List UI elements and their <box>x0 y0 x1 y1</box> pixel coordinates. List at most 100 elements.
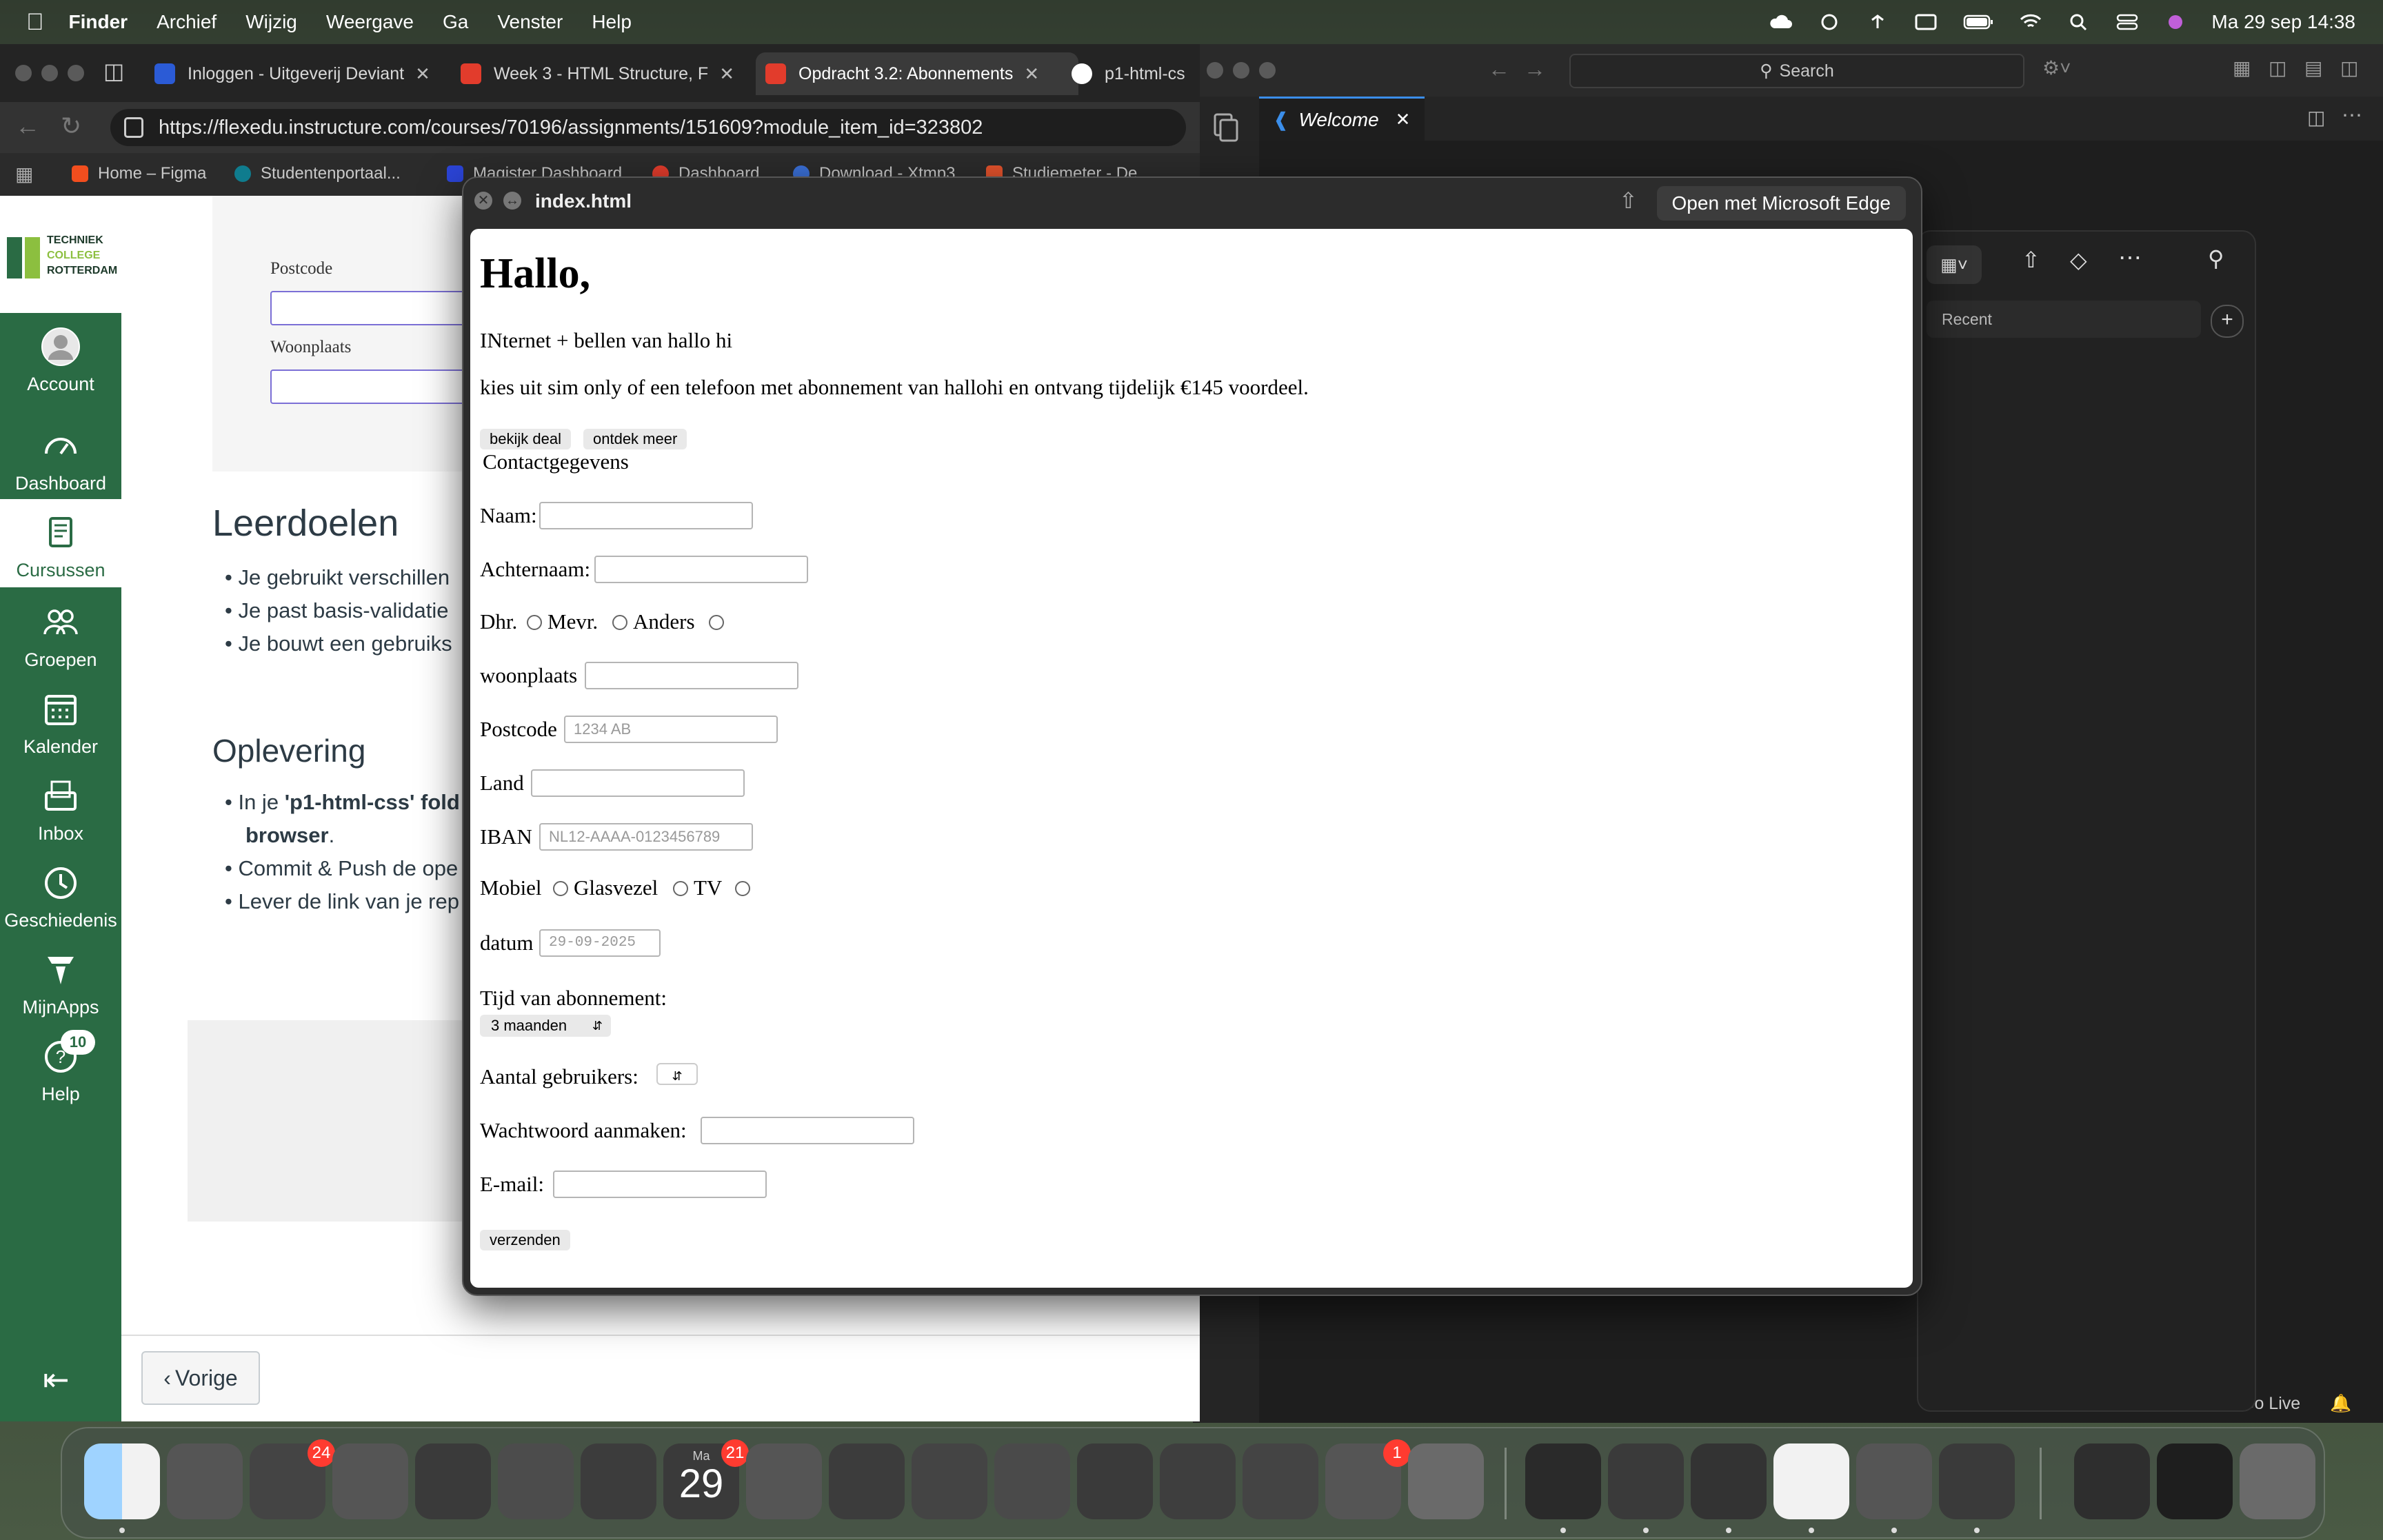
github-desktop-icon[interactable] <box>1939 1443 2015 1519</box>
menu-finder[interactable]: Finder <box>69 11 128 33</box>
spotlight-search-icon[interactable] <box>2067 13 2091 31</box>
tv-radio[interactable] <box>735 881 750 896</box>
tag-icon[interactable]: ◇ <box>2070 247 2087 273</box>
menu-venster[interactable]: Venster <box>497 11 563 33</box>
nav-mijnapps[interactable]: MijnApps <box>0 950 121 1018</box>
copilot-icon[interactable]: ⚙˅ <box>2042 57 2071 79</box>
split-editor-icon[interactable]: ◫ <box>2307 106 2325 129</box>
bookmarks-folder-icon[interactable]: ▦ <box>15 163 33 185</box>
siri-icon[interactable] <box>2163 13 2188 31</box>
notifications-bell-icon[interactable]: 🔔 <box>2330 1394 2351 1413</box>
chatgpt-icon[interactable] <box>1773 1443 1849 1519</box>
airdrop-icon[interactable] <box>1865 13 1890 31</box>
collapse-nav-icon[interactable]: ⇤ <box>43 1361 70 1398</box>
back-arrow-icon[interactable]: ← <box>1488 57 1510 82</box>
menu-help[interactable]: Help <box>592 11 632 33</box>
more-options-icon[interactable]: ⋯ <box>2118 244 2142 272</box>
menu-weergave[interactable]: Weergave <box>326 11 414 33</box>
iban-input[interactable]: NL12-AAAA-0123456789 <box>539 823 753 851</box>
dhr-radio[interactable] <box>527 615 542 630</box>
edge-icon[interactable] <box>1608 1443 1684 1519</box>
command-search-input[interactable]: ⚲ Search <box>1569 54 2024 88</box>
share-icon[interactable]: ⇧ <box>2022 247 2040 273</box>
contacts-icon[interactable] <box>746 1443 822 1519</box>
messages-icon[interactable]: 24 <box>250 1439 335 1519</box>
safari-icon[interactable] <box>415 1443 491 1519</box>
trash-icon[interactable] <box>2240 1443 2315 1519</box>
battery-icon[interactable] <box>1962 13 1995 31</box>
tijd-select[interactable]: 3 maanden ⇵ <box>480 1015 611 1037</box>
woonplaats-input[interactable] <box>585 662 798 689</box>
mevr-radio[interactable] <box>612 615 627 630</box>
vscode-icon[interactable] <box>1691 1443 1767 1519</box>
more-actions-icon[interactable]: ⋯ <box>2342 103 2362 128</box>
downloads-stack-icon[interactable] <box>2074 1443 2150 1519</box>
close-tab-icon[interactable]: ✕ <box>719 63 734 85</box>
share-icon[interactable]: ⇧ <box>1619 188 1638 214</box>
glasvezel-radio[interactable] <box>673 881 688 896</box>
verzenden-button[interactable]: verzenden <box>480 1230 570 1250</box>
display-icon[interactable] <box>1913 13 1938 31</box>
wachtwoord-input[interactable] <box>701 1117 914 1144</box>
facetime-icon[interactable] <box>581 1443 656 1519</box>
mail-icon[interactable] <box>332 1443 408 1519</box>
email-input[interactable] <box>553 1171 767 1198</box>
chatgpt-icon[interactable] <box>1817 13 1842 31</box>
minimize-window-button[interactable] <box>1233 62 1249 79</box>
menubar-clock[interactable]: Ma 29 sep 14:38 <box>2211 11 2355 33</box>
bekijk-deal-button[interactable]: bekijk deal <box>480 429 571 449</box>
land-input[interactable] <box>531 769 745 797</box>
naam-input[interactable] <box>539 502 753 529</box>
nav-help[interactable]: ? Help <box>0 1037 121 1105</box>
close-tab-icon[interactable]: ✕ <box>1024 63 1039 85</box>
menu-archief[interactable]: Archief <box>157 11 217 33</box>
control-center-icon[interactable] <box>2115 13 2140 31</box>
reminders-icon[interactable] <box>829 1443 905 1519</box>
icloud-icon[interactable] <box>1769 13 1793 31</box>
calendar-app-icon[interactable]: Ma 29 21 <box>663 1439 749 1519</box>
previous-button[interactable]: ‹ Vorige <box>141 1351 260 1405</box>
apple-menu-icon[interactable]:  <box>26 9 44 36</box>
system-settings-icon[interactable]: 1 <box>1325 1439 1411 1519</box>
nav-account[interactable]: Account <box>0 327 121 395</box>
freeform-icon[interactable] <box>994 1443 1070 1519</box>
finder-icon[interactable] <box>84 1443 160 1519</box>
bookmark-item[interactable]: Studentenportaal... <box>234 164 401 183</box>
spotify-icon[interactable] <box>1525 1443 1601 1519</box>
ontdek-meer-button[interactable]: ontdek meer <box>583 429 687 449</box>
nav-kalender[interactable]: Kalender <box>0 689 121 758</box>
open-with-edge-button[interactable]: Open met Microsoft Edge <box>1656 186 1906 221</box>
secondary-sidebar-icon[interactable]: ◫ <box>2340 57 2358 79</box>
recent-screenshot-icon[interactable] <box>2157 1443 2233 1519</box>
menu-ga[interactable]: Ga <box>443 11 468 33</box>
roblox-icon[interactable] <box>1408 1443 1484 1519</box>
browser-tab-active[interactable]: Opdracht 3.2: Abonnements ✕ <box>756 52 1078 95</box>
postcode-input[interactable]: 1234 AB <box>564 716 778 743</box>
panel-toggle-icon[interactable]: ▤ <box>2304 57 2322 79</box>
anders-radio[interactable] <box>709 615 724 630</box>
site-info-icon[interactable] <box>124 117 143 138</box>
sidebar-toggle-icon[interactable]: ◫ <box>2269 57 2286 79</box>
nav-inbox[interactable]: Inbox <box>0 776 121 844</box>
close-tab-icon[interactable]: ✕ <box>1396 109 1411 130</box>
back-arrow-icon[interactable]: ← <box>15 112 40 141</box>
menu-wijzig[interactable]: Wijzig <box>245 11 297 33</box>
explorer-icon[interactable] <box>1208 110 1243 145</box>
wifi-icon[interactable] <box>2018 13 2043 31</box>
tab-overview-icon[interactable]: ◫ <box>103 58 124 84</box>
browser-tab[interactable]: p1-html-cs <box>1062 52 1219 95</box>
close-icon[interactable]: ✕ <box>474 192 492 210</box>
add-button[interactable]: + <box>2211 305 2244 338</box>
forward-arrow-icon[interactable]: → <box>1524 57 1546 82</box>
tab-welcome[interactable]: ❰ Welcome ✕ <box>1259 97 1425 141</box>
zoom-window-button[interactable] <box>68 65 84 81</box>
music-icon[interactable] <box>1160 1443 1236 1519</box>
datum-input[interactable]: 29-09-2025 <box>539 929 661 957</box>
woonplaats-input[interactable] <box>270 369 480 404</box>
launchpad-icon[interactable] <box>167 1443 243 1519</box>
postcode-input[interactable] <box>270 291 480 325</box>
school-logo[interactable]: TECHNIEK COLLEGE ROTTERDAM <box>0 196 121 313</box>
panel-search-icon[interactable]: ⚲ <box>2208 245 2224 272</box>
word-icon[interactable] <box>1856 1443 1932 1519</box>
nav-groepen[interactable]: Groepen <box>0 602 121 671</box>
